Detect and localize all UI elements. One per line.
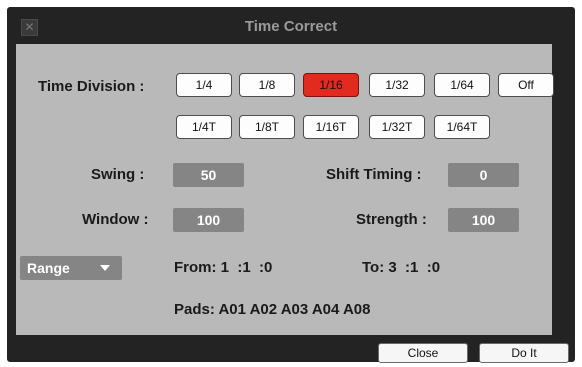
window-value[interactable]: 100 (173, 208, 244, 232)
title-bar: ✕ Time Correct (7, 7, 575, 47)
pads-list: Pads: A01 A02 A03 A04 A08 (174, 301, 371, 318)
window-title: Time Correct (244, 18, 338, 35)
strength-value[interactable]: 100 (448, 208, 519, 232)
swing-label: Swing : (91, 166, 145, 183)
division-1-8[interactable]: 1/8 (239, 73, 295, 97)
division-1-64[interactable]: 1/64 (434, 73, 490, 97)
division-1-64t[interactable]: 1/64T (434, 115, 490, 139)
shift-timing-value[interactable]: 0 (448, 163, 519, 187)
division-1-32[interactable]: 1/32 (369, 73, 425, 97)
chevron-down-icon (100, 265, 110, 271)
division-1-16[interactable]: 1/16 (303, 73, 359, 97)
range-label: Range (27, 260, 70, 276)
division-1-4t[interactable]: 1/4T (176, 115, 232, 139)
strength-label: Strength : (356, 211, 427, 228)
do-it-button[interactable]: Do It (479, 343, 569, 363)
from-position: From: 1 :1 :0 (174, 259, 273, 276)
division-off[interactable]: Off (498, 73, 554, 97)
division-1-8t[interactable]: 1/8T (239, 115, 295, 139)
division-1-16t[interactable]: 1/16T (303, 115, 359, 139)
window-label: Window : (82, 211, 149, 228)
close-button[interactable]: Close (378, 343, 468, 363)
shift-timing-label: Shift Timing : (326, 166, 422, 183)
range-dropdown[interactable]: Range (20, 256, 122, 280)
time-division-label: Time Division : (38, 78, 145, 95)
division-1-32t[interactable]: 1/32T (369, 115, 425, 139)
swing-value[interactable]: 50 (173, 163, 244, 187)
division-1-4[interactable]: 1/4 (176, 73, 232, 97)
to-position: To: 3 :1 :0 (362, 259, 441, 276)
